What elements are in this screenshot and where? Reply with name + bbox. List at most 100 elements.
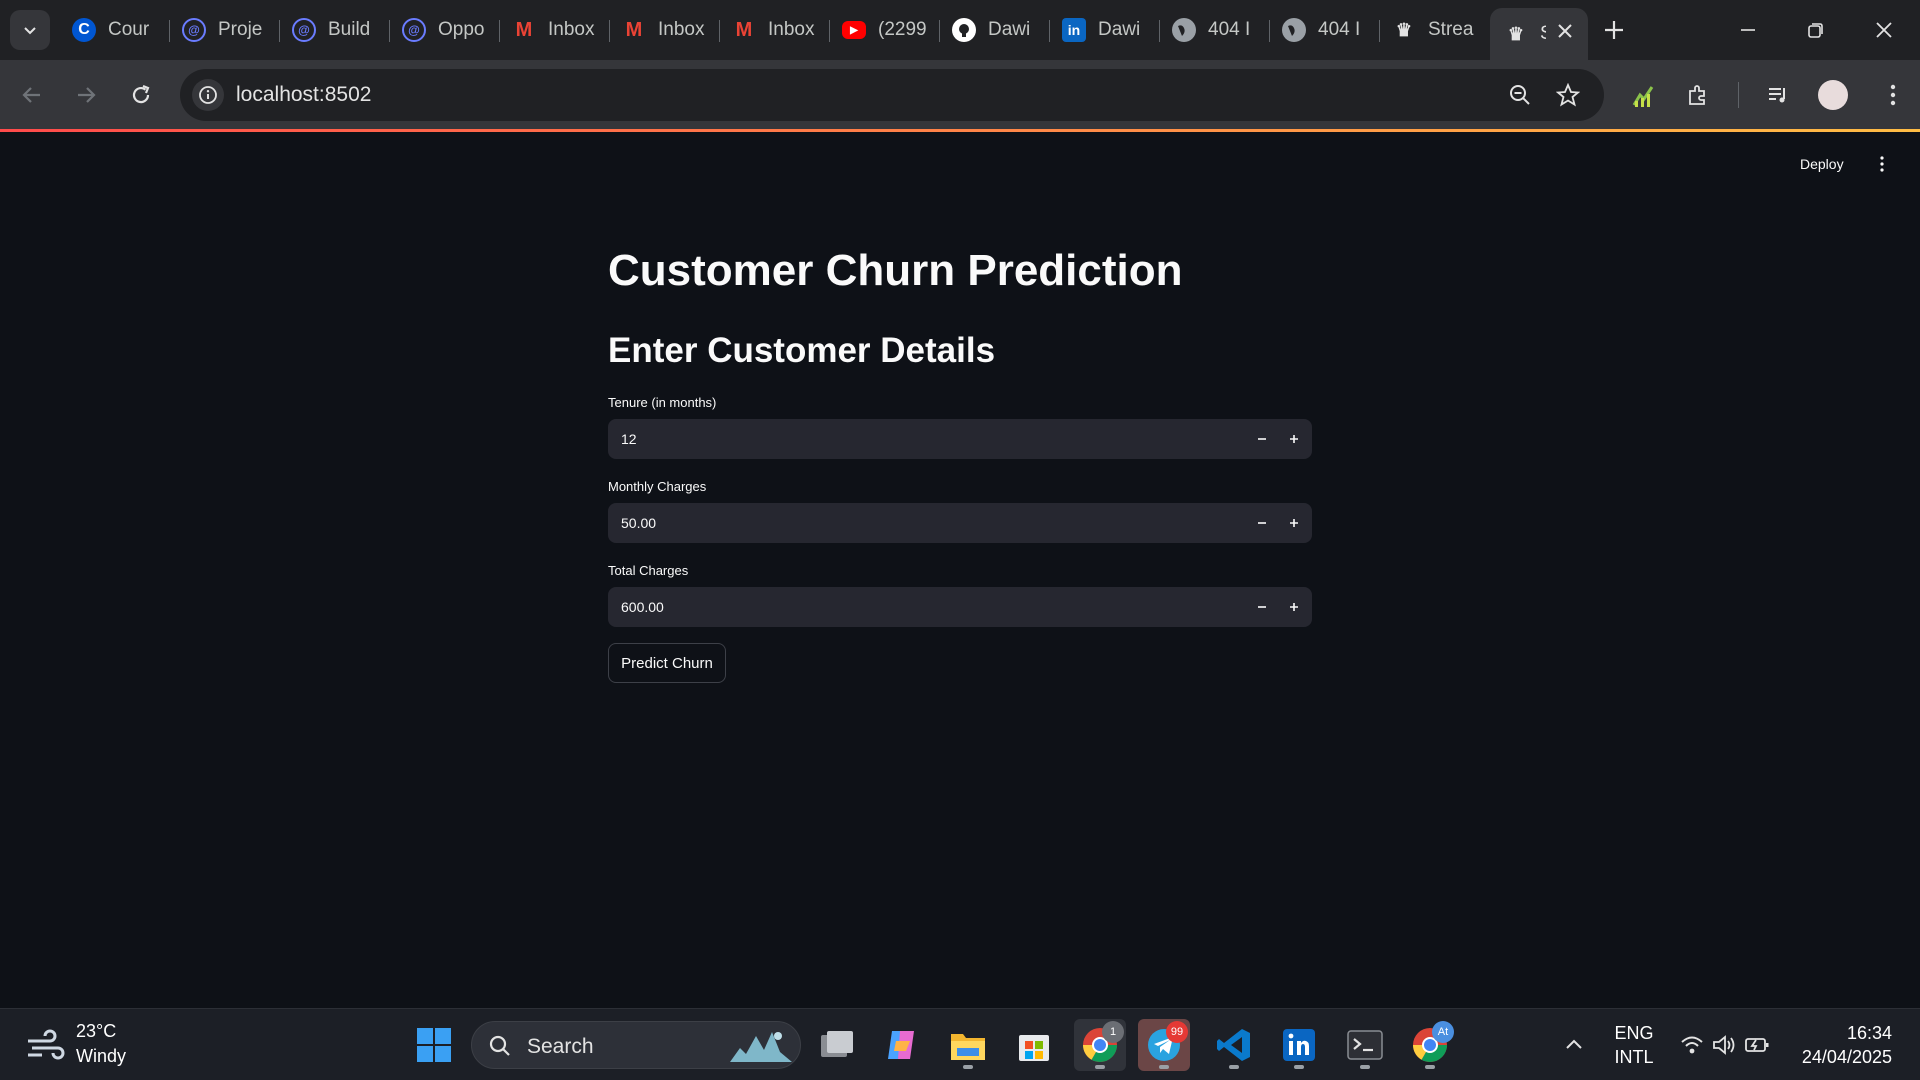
close-icon[interactable] (1556, 22, 1574, 40)
tab-label: Oppo (438, 19, 485, 40)
swirl-icon: @ (402, 18, 426, 42)
chrome-profile-badge: At (1432, 1021, 1454, 1043)
url-text[interactable]: localhost:8502 (236, 83, 371, 107)
copilot-button[interactable] (876, 1019, 928, 1071)
browser-tab[interactable]: Dawi (940, 8, 1050, 52)
tab-search-menu-button[interactable] (10, 10, 50, 50)
microsoft-store-button[interactable] (1008, 1019, 1060, 1071)
folder-icon (951, 1034, 985, 1060)
total-charges-input[interactable]: 600.00 (608, 587, 1312, 627)
coursera-icon: C (72, 18, 96, 42)
gmail-icon: M (515, 18, 533, 41)
streamlit-app: Deploy Customer Churn Prediction Enter C… (0, 132, 1920, 1008)
monthly-charges-decrement-button[interactable] (1246, 503, 1278, 543)
site-info-button[interactable] (192, 79, 224, 111)
restore-icon (1808, 23, 1823, 38)
close-icon (1876, 22, 1892, 38)
browser-tab[interactable]: @ Build (280, 8, 390, 52)
language-top: ENG (1614, 1023, 1654, 1043)
browser-tab[interactable]: @ Proje (170, 8, 280, 52)
window-close-button[interactable] (1866, 12, 1902, 48)
browser-tab[interactable]: 404 I (1270, 8, 1380, 52)
task-view-button[interactable] (811, 1019, 863, 1071)
zoom-out-icon (1510, 85, 1530, 105)
monthly-charges-input[interactable]: 50.00 (608, 503, 1312, 543)
browser-tabstrip: C Cour @ Proje @ Build @ Oppo M Inbox M … (0, 0, 1920, 60)
minimize-icon (1741, 29, 1755, 31)
extension-button[interactable] (1626, 77, 1662, 113)
chrome-profile-button[interactable]: At (1404, 1019, 1456, 1071)
chrome-button[interactable]: 1 (1074, 1019, 1126, 1071)
star-icon (1556, 83, 1580, 107)
section-heading: Enter Customer Details (608, 331, 996, 370)
restore-button[interactable] (1798, 12, 1834, 48)
terminal-icon (1347, 1030, 1383, 1060)
browser-tab[interactable]: ♛ Strea (1380, 8, 1490, 52)
queue-music-icon (1769, 88, 1785, 103)
telegram-button[interactable]: 99 (1138, 1019, 1190, 1071)
monthly-charges-value[interactable]: 50.00 (621, 515, 656, 531)
tab-label: Inbox (768, 19, 815, 40)
vscode-button[interactable] (1208, 1019, 1260, 1071)
total-charges-value[interactable]: 600.00 (621, 599, 664, 615)
plus-icon (1290, 603, 1298, 611)
predict-churn-button[interactable]: Predict Churn (608, 643, 726, 683)
quick-settings-button[interactable] (1670, 1019, 1780, 1071)
globe-icon (1172, 18, 1196, 42)
tab-label: S (1540, 23, 1546, 45)
profile-avatar[interactable] (1818, 80, 1848, 110)
tab-label: 404 I (1318, 19, 1361, 40)
toolbar-separator (1738, 82, 1739, 108)
wind-icon (28, 1029, 65, 1060)
browser-tab[interactable]: @ Oppo (390, 8, 500, 52)
bookmark-button[interactable] (1554, 81, 1582, 109)
browser-tab[interactable]: ▶ (2299 (830, 8, 940, 52)
browser-tab[interactable]: in Dawi (1050, 8, 1160, 52)
tenure-decrement-button[interactable] (1246, 419, 1278, 459)
vscode-icon (1217, 1029, 1250, 1061)
chevron-down-icon (24, 27, 36, 35)
media-controls-button[interactable] (1760, 77, 1796, 113)
volume-icon (1713, 1035, 1735, 1055)
new-tab-plus-icon[interactable] (1600, 16, 1628, 44)
browser-tab[interactable]: M Inbox (720, 8, 830, 52)
task-view-icon (821, 1031, 853, 1057)
minimize-button[interactable] (1730, 12, 1766, 48)
browser-tab[interactable]: M Inbox (610, 8, 720, 52)
browser-menu-button[interactable] (1875, 77, 1911, 113)
more-vertical-icon (1890, 84, 1896, 106)
file-explorer-button[interactable] (942, 1019, 994, 1071)
tenure-value[interactable]: 12 (621, 431, 637, 447)
start-button[interactable] (408, 1019, 460, 1071)
tab-label: Proje (218, 19, 263, 40)
app-main-menu-button[interactable] (1872, 152, 1892, 176)
show-hidden-icons-button[interactable] (1550, 1019, 1598, 1071)
tab-label: Dawi (1098, 19, 1141, 40)
browser-tab-active[interactable]: ♛ S (1490, 8, 1588, 60)
terminal-button[interactable] (1339, 1019, 1391, 1071)
back-button[interactable] (14, 77, 50, 113)
taskbar-search[interactable]: Search (471, 1021, 801, 1069)
total-charges-increment-button[interactable] (1278, 587, 1310, 627)
linkedin-app-button[interactable] (1273, 1019, 1325, 1071)
browser-tab[interactable]: M Inbox (500, 8, 610, 52)
tenure-increment-button[interactable] (1278, 419, 1310, 459)
swirl-icon: @ (292, 18, 316, 42)
monthly-charges-increment-button[interactable] (1278, 503, 1310, 543)
browser-tab[interactable]: 404 I (1160, 8, 1270, 52)
gmail-icon: M (625, 18, 643, 41)
reload-button[interactable] (123, 77, 159, 113)
total-charges-decrement-button[interactable] (1246, 587, 1278, 627)
address-bar[interactable]: localhost:8502 (180, 69, 1604, 121)
windows-logo-icon (417, 1028, 451, 1062)
zoom-button[interactable] (1506, 81, 1534, 109)
tab-label: Cour (108, 19, 150, 40)
deploy-button[interactable]: Deploy (1800, 156, 1844, 172)
more-vertical-icon (1880, 156, 1884, 172)
tenure-input[interactable]: 12 (608, 419, 1312, 459)
forward-button[interactable] (68, 77, 104, 113)
browser-tab[interactable]: C Cour (60, 8, 170, 52)
extensions-menu-button[interactable] (1680, 77, 1716, 113)
tab-label: Inbox (548, 19, 595, 40)
total-charges-label: Total Charges (608, 563, 689, 578)
